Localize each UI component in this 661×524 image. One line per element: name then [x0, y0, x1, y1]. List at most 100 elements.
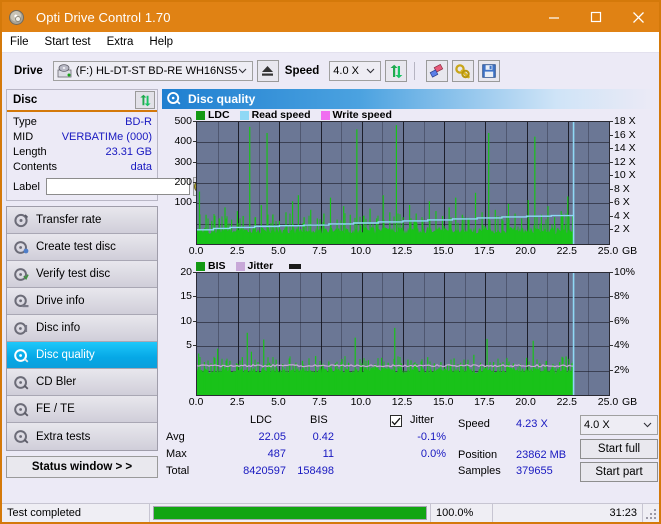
x-tick-label: 7.5: [312, 396, 327, 408]
minimize-button[interactable]: [533, 2, 575, 32]
start-full-button[interactable]: Start full: [580, 439, 658, 459]
cd-bler-icon: [14, 375, 29, 390]
extra-tests-icon: [14, 429, 29, 444]
legend-entry-write-speed: Write speed: [320, 109, 392, 121]
disc-contents-label: Contents: [13, 161, 58, 173]
sidebar-item-transfer-rate[interactable]: Transfer rate: [7, 207, 157, 234]
y2-tick-mark: [610, 134, 613, 136]
disc-row-type: Type BD-R: [13, 115, 152, 130]
test-speed-select[interactable]: 4.0 X: [580, 415, 658, 435]
series-line-jitter: [197, 363, 574, 368]
y2-tick-label: 10 X: [614, 169, 636, 182]
menu-item-file[interactable]: File: [10, 36, 29, 48]
sidebar-item-verify-test-disc[interactable]: Verify test disc: [7, 261, 157, 288]
x-tick-label: 17.5: [474, 245, 495, 257]
resize-grip[interactable]: [643, 504, 659, 522]
disc-quality-icon: [14, 348, 29, 363]
disc-refresh-button[interactable]: [135, 91, 155, 109]
stats-max-bis: 11: [322, 448, 334, 460]
sidebar-item-fe-te[interactable]: FE / TE: [7, 396, 157, 423]
progress-bar: [150, 504, 431, 522]
close-button[interactable]: [617, 2, 659, 32]
sidebar-item-label: Create test disc: [36, 241, 116, 253]
jitter-checkbox[interactable]: [390, 415, 402, 427]
window-controls: [533, 2, 659, 32]
sidebar-item-cd-bler[interactable]: CD Bler: [7, 369, 157, 396]
tools-button[interactable]: [452, 60, 475, 82]
maximize-button[interactable]: [575, 2, 617, 32]
menu-item-help[interactable]: Help: [149, 36, 173, 48]
speed-readout-label: Speed: [458, 418, 490, 430]
x-tick-label: 10.0: [350, 396, 372, 408]
legend-label-bis: BIS: [208, 260, 226, 272]
bis-chart: BIS Jitter 20 15 10 5 10% 8% 6% 4% 2% 0.…: [162, 260, 655, 410]
progress-track: [153, 506, 427, 520]
y2-tick-mark: [610, 188, 613, 190]
legend-label-write-speed: Write speed: [332, 109, 392, 121]
y-tick-label: 300: [174, 155, 192, 168]
x-tick-label: 0.0: [188, 245, 204, 257]
x-tick-label: 0.0: [188, 396, 204, 408]
eject-button[interactable]: [256, 60, 279, 82]
start-part-button[interactable]: Start part: [580, 462, 658, 482]
app-disc-icon: [9, 8, 27, 26]
y2-tick-mark: [610, 369, 613, 371]
scroll-marker: [289, 263, 302, 269]
speed-select[interactable]: 4.0 X: [329, 61, 382, 81]
disc-info-panel: Disc Type BD-R MID VERBATIMe (000) Lengt…: [6, 89, 208, 201]
sidebar-item-disc-info[interactable]: Disc info: [7, 315, 157, 342]
bis-x-axis: 0.0 2.5 5.0 7.5 10.0 12.5 15.0 17.5 20.0 22.5 25.0…: [189, 396, 648, 410]
jitter-label: Jitter: [410, 414, 434, 426]
series-band-ldc: [197, 226, 574, 244]
x-axis-unit: GB: [622, 396, 638, 408]
sidebar-item-extra-tests[interactable]: Extra tests: [7, 423, 157, 450]
drive-icon: [57, 64, 72, 78]
menu-item-start-test[interactable]: Start test: [45, 36, 91, 48]
save-button[interactable]: [478, 60, 501, 82]
stats-total-bis: 158498: [297, 465, 334, 477]
x-tick-label: 22.5: [556, 396, 578, 408]
status-window-button[interactable]: Status window > >: [6, 456, 158, 478]
y2-tick-label: 16 X: [614, 128, 636, 141]
erase-button[interactable]: [426, 60, 449, 82]
refresh-button[interactable]: [385, 60, 408, 82]
stats-max-jitter: 0.0%: [420, 448, 446, 460]
y2-tick-label: 4 X: [614, 209, 630, 222]
speed-label: Speed: [284, 65, 320, 77]
legend-label-read-speed: Read speed: [251, 109, 311, 121]
legend-entry-ldc: LDC: [196, 109, 230, 121]
sidebar-item-drive-info[interactable]: Drive info: [7, 288, 157, 315]
x-axis-unit: GB: [622, 245, 638, 257]
menu-item-extra[interactable]: Extra: [107, 36, 134, 48]
x-tick-label: 15.0: [432, 245, 454, 257]
disc-contents-value: data: [130, 161, 152, 173]
y2-tick-mark: [610, 148, 613, 150]
y2-tick-mark: [610, 272, 613, 273]
y2-tick-label: 10%: [614, 266, 636, 278]
drive-info-icon: [14, 294, 29, 309]
y-tick-label: 15: [180, 290, 192, 303]
disc-verify-icon: [14, 267, 29, 282]
y2-tick-label: 6 X: [614, 196, 630, 209]
position-value: 23862 MB: [516, 449, 567, 461]
legend-entry-bis: BIS: [196, 260, 226, 272]
status-message: Test completed: [2, 504, 150, 522]
sidebar-item-create-test-disc[interactable]: Create test disc: [7, 234, 157, 261]
ldc-chart-legend: LDC Read speed Write speed: [196, 109, 398, 121]
disc-properties: Type BD-R MID VERBATIMe (000) Length 23.…: [7, 112, 208, 200]
stats-header-ldc: LDC: [250, 414, 273, 426]
toolbar-separator: [414, 62, 416, 80]
y-tick-label: 400: [174, 135, 192, 148]
sidebar-item-disc-quality[interactable]: Disc quality: [7, 342, 157, 369]
chart-data-layer: [197, 273, 575, 395]
samples-value: 379655: [516, 465, 553, 477]
status-window-wrap: Status window > >: [6, 456, 158, 478]
chevron-down-icon: [238, 66, 247, 76]
progress-fill: [154, 507, 426, 519]
drive-select[interactable]: (F:) HL-DT-ST BD-RE WH16NS58 TST4: [52, 61, 253, 81]
stats-max-ldc: 487: [267, 448, 286, 460]
disc-quality-icon: [167, 91, 181, 108]
x-tick-label: 17.5: [474, 396, 495, 408]
speed-readout-value: 4.23 X: [516, 418, 548, 430]
x-tick-label: 5.0: [271, 396, 286, 408]
